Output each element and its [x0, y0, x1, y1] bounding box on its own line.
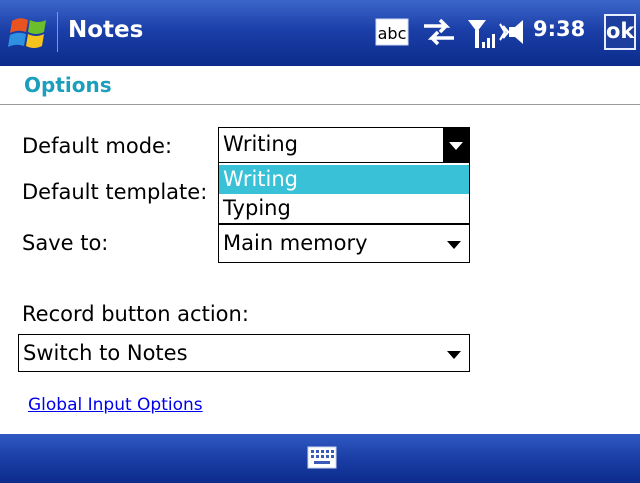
input-abc-label: abc [378, 24, 407, 43]
title-separator [57, 12, 58, 52]
save-to-select[interactable]: Main memory [218, 224, 470, 263]
record-button-action-select[interactable]: Switch to Notes [18, 334, 470, 372]
default-mode-dropdown-list: Writing Typing [218, 162, 470, 224]
clock[interactable]: 9:38 [533, 17, 585, 41]
default-mode-select[interactable]: Writing [218, 127, 470, 164]
dropdown-option-typing[interactable]: Typing [219, 194, 469, 223]
signal-strength-icon[interactable] [466, 14, 496, 50]
record-button-action-value: Switch to Notes [23, 341, 188, 365]
record-button-action-label: Record button action: [22, 302, 249, 326]
keyboard-icon[interactable] [307, 444, 337, 471]
save-to-value: Main memory [223, 231, 368, 255]
default-mode-value: Writing [223, 132, 298, 156]
chevron-down-icon [449, 142, 463, 150]
ok-button[interactable]: ok [604, 14, 636, 50]
input-abc-icon[interactable]: abc [375, 14, 409, 50]
save-to-label: Save to: [22, 231, 109, 255]
windows-start-icon[interactable] [8, 12, 52, 54]
default-mode-label: Default mode: [22, 134, 173, 158]
chevron-down-icon[interactable] [447, 241, 461, 249]
page-title: Options [24, 73, 112, 97]
global-input-options-link[interactable]: Global Input Options [28, 395, 203, 415]
bottom-menu-bar [0, 434, 640, 483]
dropdown-arrow-button[interactable] [443, 128, 469, 163]
heading-divider [0, 104, 640, 105]
chevron-down-icon[interactable] [447, 351, 461, 359]
dropdown-option-writing[interactable]: Writing [219, 165, 469, 194]
volume-icon[interactable] [499, 14, 533, 50]
app-title: Notes [68, 17, 144, 43]
sync-arrows-icon[interactable] [420, 14, 458, 50]
title-bar: Notes abc 9:38 ok [0, 0, 640, 66]
default-template-label: Default template: [22, 180, 208, 204]
